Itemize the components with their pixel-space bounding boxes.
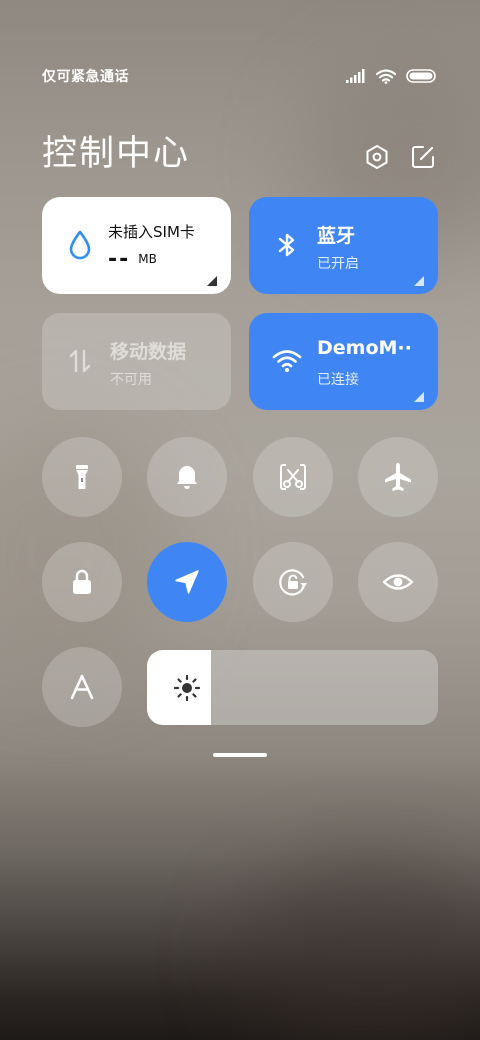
settings-icon[interactable] <box>364 144 390 170</box>
reading-mode-toggle[interactable] <box>358 542 438 622</box>
flashlight-icon <box>67 462 97 492</box>
collapse-handle[interactable] <box>213 753 267 757</box>
wifi-icon <box>271 345 303 377</box>
sun-icon <box>173 674 201 702</box>
eye-icon <box>381 565 415 599</box>
data-usage-value: -- <box>108 247 131 272</box>
carrier-text: 仅可紧急通话 <box>42 69 129 85</box>
airplane-icon <box>382 461 414 493</box>
rotate-lock-icon <box>277 566 309 598</box>
airplane-mode-toggle[interactable] <box>358 437 438 517</box>
bluetooth-icon <box>271 229 303 261</box>
header: 控制中心 <box>42 124 436 176</box>
font-size-toggle[interactable] <box>42 647 122 727</box>
expand-corner-icon <box>414 387 424 402</box>
bell-icon <box>172 462 202 492</box>
location-arrow-icon <box>172 567 202 597</box>
scissors-icon <box>278 462 308 492</box>
sim-data-tile[interactable]: 未插入SIM卡 -- MB <box>42 197 231 294</box>
expand-corner-icon <box>414 271 424 286</box>
wifi-icon <box>376 68 396 84</box>
wifi-tile[interactable]: DemoM·· 已连接 <box>249 313 438 410</box>
data-usage-unit: MB <box>138 252 157 266</box>
header-actions <box>364 144 436 170</box>
bluetooth-tile[interactable]: 蓝牙 已开启 <box>249 197 438 294</box>
signal-icon <box>346 69 366 83</box>
lock-screen-toggle[interactable] <box>42 542 122 622</box>
status-bar: 仅可紧急通话 <box>42 64 436 88</box>
edit-icon[interactable] <box>410 144 436 170</box>
sim-status-label: 未插入SIM卡 <box>108 223 195 241</box>
mobile-data-label: 移动数据 <box>110 341 187 363</box>
battery-icon <box>406 69 436 83</box>
location-toggle[interactable] <box>147 542 227 622</box>
screenshot-toggle[interactable] <box>253 437 333 517</box>
wifi-network-name: DemoM·· <box>317 337 412 359</box>
wifi-status: 已连接 <box>317 372 359 388</box>
status-icons <box>346 68 436 84</box>
mobile-data-tile[interactable]: 移动数据 不可用 <box>42 313 231 410</box>
expand-corner-icon <box>207 271 217 286</box>
mobile-data-status: 不可用 <box>110 372 152 388</box>
bluetooth-label: 蓝牙 <box>317 225 356 247</box>
flashlight-toggle[interactable] <box>42 437 122 517</box>
brightness-slider[interactable] <box>147 650 438 725</box>
page-title: 控制中心 <box>42 133 191 174</box>
lock-icon <box>67 567 97 597</box>
water-drop-icon <box>64 229 96 261</box>
auto-rotate-toggle[interactable] <box>253 542 333 622</box>
bluetooth-status: 已开启 <box>317 256 359 272</box>
ringer-toggle[interactable] <box>147 437 227 517</box>
data-arrows-icon <box>64 345 96 377</box>
font-a-icon <box>67 672 97 702</box>
data-usage: -- MB <box>108 247 157 272</box>
